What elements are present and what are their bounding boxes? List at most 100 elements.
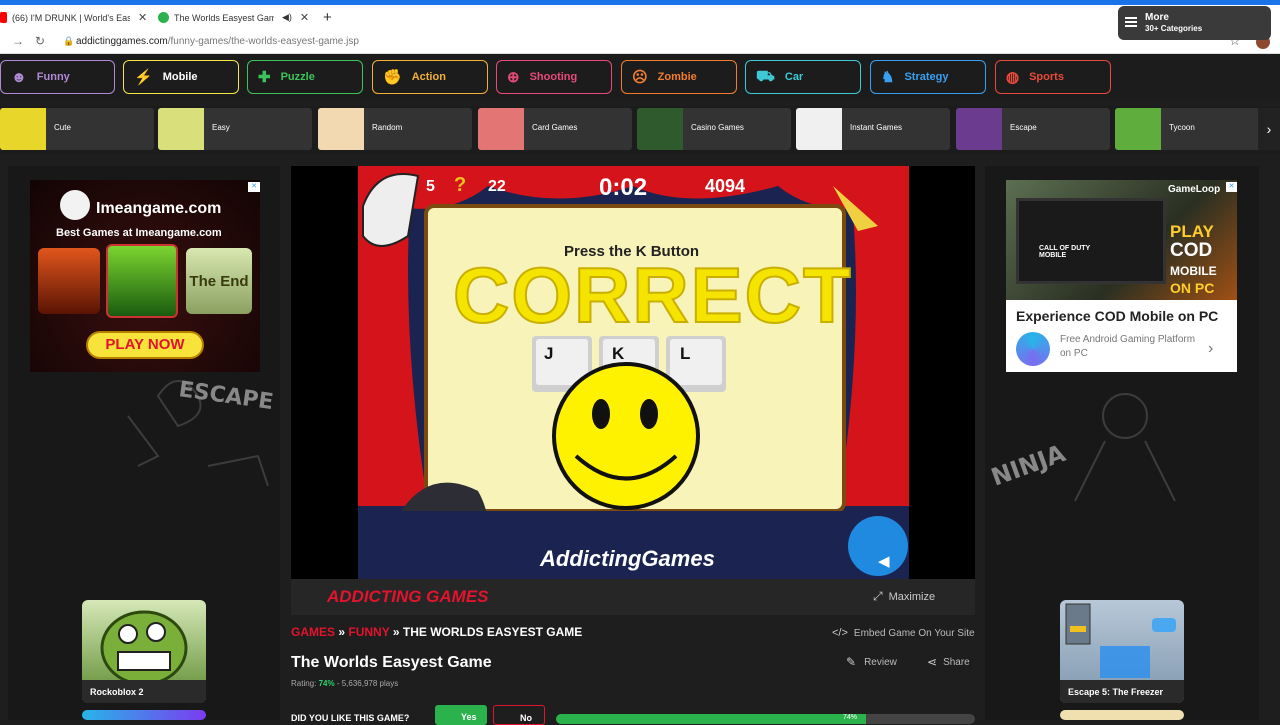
category-sports[interactable]: ◍ Sports — [995, 60, 1111, 94]
right-advertisement[interactable]: CALL OF DUTY MOBILE GameLoop PLAY COD MO… — [1006, 180, 1237, 372]
ad-play-now-button[interactable]: PLAY NOW — [86, 331, 204, 359]
browser-tab-game[interactable]: The Worlds Easyest Game | ◀) ✕ — [158, 5, 318, 30]
category-label: Action — [411, 71, 446, 83]
category-car[interactable]: ⛟ Car — [745, 60, 861, 94]
funny-face-icon: ☻ — [11, 68, 27, 86]
left-advertisement[interactable]: ✕ Imeangame.com Best Games at Imeangame.… — [30, 180, 260, 372]
category-strategy[interactable]: ♞ Strategy — [870, 60, 986, 94]
subcategory-escape[interactable]: Escape — [956, 108, 1110, 150]
breadcrumb-games-link[interactable]: GAMES — [291, 625, 335, 639]
breadcrumb: GAMES » FUNNY » THE WORLDS EASYEST GAME — [291, 625, 582, 639]
subcategory-thumbnail — [956, 108, 1002, 150]
category-mobile[interactable]: ⚡ Mobile — [123, 60, 239, 94]
ad-banner-line-2: COD — [1170, 240, 1213, 261]
speaker-icon[interactable]: ◀) — [282, 12, 292, 23]
tab-title: (66) I'M DRUNK | World's Easiest — [12, 12, 130, 23]
url-field[interactable]: addictinggames.com/funny-games/the-world… — [76, 36, 359, 47]
game-canvas[interactable]: 5 ? 22 0:02 4094 Press the K Button CORR… — [358, 166, 909, 579]
subcategory-instant-games[interactable]: Instant Games — [796, 108, 950, 150]
maximize-button[interactable]: ⤢ Maximize — [873, 589, 935, 604]
youtube-favicon-icon — [0, 12, 7, 23]
ad-choices-icon[interactable]: ✕ — [248, 182, 260, 192]
like-row: DID YOU LIKE THIS GAME? Yes No 74% — [291, 705, 975, 725]
reload-icon[interactable]: ↻ — [35, 34, 45, 48]
category-shooting[interactable]: ⊕ Shooting — [496, 60, 612, 94]
next-arrow-icon[interactable]: › — [1258, 108, 1280, 150]
review-button[interactable]: ✎ Review — [846, 655, 897, 669]
share-icon: ⋖ — [927, 655, 938, 669]
category-puzzle[interactable]: ✚ Puzzle — [247, 60, 363, 94]
side-card-next-left[interactable] — [82, 710, 206, 720]
game-toolbar: ADDICTING GAMES ⤢ Maximize — [291, 579, 975, 615]
side-card-rockoblox[interactable]: Rockoblox 2 — [82, 600, 206, 703]
subcategory-card-games[interactable]: Card Games — [478, 108, 632, 150]
ad-brand: Imeangame.com — [96, 200, 222, 217]
chevron-right-icon[interactable]: › — [1208, 340, 1213, 358]
subcategory-label: Card Games — [532, 123, 578, 132]
rating-progress-fill — [556, 714, 867, 724]
escape-doodle-text: ESCAPE — [177, 377, 275, 415]
subcategory-tycoon[interactable]: Tycoon — [1115, 108, 1269, 150]
crosshair-icon: ⊕ — [507, 69, 520, 86]
subcategory-thumbnail — [796, 108, 842, 150]
subcategory-easy[interactable]: Easy — [158, 108, 312, 150]
addicting-games-logo[interactable]: ADDICTING GAMES — [327, 587, 489, 607]
category-zombie[interactable]: ☹ Zombie — [621, 60, 737, 94]
more-categories-button[interactable]: More 30+ Categories — [1118, 6, 1271, 40]
category-bar: ☻ Funny ⚡ Mobile ✚ Puzzle ✊ Action ⊕ Shooting ☹ Zom… — [0, 54, 1280, 101]
more-title: More — [1145, 12, 1169, 23]
subcategory-label: Random — [372, 123, 403, 132]
gameloop-brand: GameLoop — [1168, 184, 1221, 195]
close-tab-icon[interactable]: ✕ — [300, 11, 309, 24]
share-label: Share — [943, 656, 970, 668]
key-k: K — [612, 344, 625, 363]
rating-progress-bar: 74% — [556, 714, 975, 724]
rating-label: Rating: — [291, 679, 317, 688]
pc-monitor-image: CALL OF DUTY MOBILE — [1016, 198, 1166, 284]
category-label: Car — [784, 71, 804, 83]
subcategory-casino-games[interactable]: Casino Games — [637, 108, 791, 150]
subcategory-label: Cute — [54, 123, 71, 132]
like-yes-button[interactable]: Yes — [435, 705, 487, 725]
expand-icon: ⤢ — [873, 589, 883, 603]
browser-tab-youtube[interactable]: (66) I'M DRUNK | World's Easiest ✕ — [0, 5, 150, 30]
share-button[interactable]: ⋖ Share — [927, 655, 970, 669]
side-card-escape-freezer[interactable]: Escape 5: The Freezer — [1060, 600, 1184, 703]
new-tab-button[interactable]: + — [323, 9, 332, 26]
url-path: /funny-games/the-worlds-easyest-game.jsp — [167, 36, 359, 47]
close-tab-icon[interactable]: ✕ — [138, 11, 147, 24]
page-title: The Worlds Easyest Game — [291, 654, 492, 671]
sound-icon[interactable]: ◀ — [878, 552, 890, 570]
ninja-doodle-text: NINJA — [987, 439, 1069, 492]
subcategory-thumbnail — [637, 108, 683, 150]
car-icon: ⛟ — [756, 67, 775, 85]
breadcrumb-current: THE WORLDS EASYEST GAME — [402, 625, 583, 639]
question-mark-icon: ? — [454, 174, 467, 196]
forward-icon[interactable]: → — [12, 34, 24, 48]
ad-choices-icon[interactable]: ✕ — [1226, 182, 1237, 192]
like-no-button[interactable]: No — [493, 705, 545, 725]
addictinggames-logo: AddictingGames — [540, 546, 715, 571]
play-count: - 5,636,978 plays — [336, 679, 399, 688]
ad-thumb-3: The End — [186, 248, 252, 314]
category-action[interactable]: ✊ Action — [372, 60, 488, 94]
zombie-icon: ☹ — [632, 69, 648, 86]
side-card-label: Escape 5: The Freezer — [1068, 687, 1164, 697]
lock-icon: 🔒 — [63, 36, 75, 46]
tab-title: The Worlds Easyest Game | — [174, 12, 274, 23]
category-funny[interactable]: ☻ Funny — [0, 60, 115, 94]
subcategory-random[interactable]: Random — [318, 108, 472, 150]
side-card-next-right[interactable] — [1060, 710, 1184, 720]
key-j: J — [544, 344, 554, 363]
lives-counter: 5 — [426, 178, 435, 195]
breadcrumb-funny-link[interactable]: FUNNY — [348, 625, 389, 639]
fist-icon: ✊ — [383, 69, 402, 86]
ad-banner-line-3: MOBILE — [1170, 264, 1217, 278]
subcategory-thumbnail — [318, 108, 364, 150]
lightning-icon: ⚡ — [134, 69, 153, 86]
subcategory-cute[interactable]: Cute — [0, 108, 154, 150]
gameloop-logo-icon — [1016, 332, 1050, 366]
embed-game-link[interactable]: </> Embed Game On Your Site — [832, 627, 975, 639]
key-l: L — [680, 344, 691, 363]
pencil-icon: ✎ — [846, 655, 857, 669]
